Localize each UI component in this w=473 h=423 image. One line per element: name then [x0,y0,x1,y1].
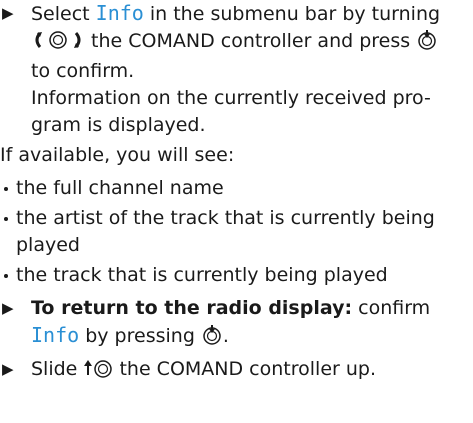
triangle-right-icon: ▶ [2,299,14,317]
controller-press-icon [416,30,438,58]
controller-press-icon [201,325,223,353]
menu-term-info: Info [95,1,144,25]
step-select-info-line3: to confirm. [31,60,135,82]
step-slide-up-text: Slide the COMAND controller up. [31,356,473,386]
menu-term-info: Info [31,323,80,347]
bullet-dot-icon [4,274,8,278]
step-text-controller-up: the COMAND controller up. [113,358,376,380]
step-text-period: . [222,325,229,347]
bullet-dot-icon [4,187,8,191]
step-text-controller: the COMAND controller and press [85,30,417,52]
step-text-pressing: by pressing [79,325,201,347]
step-text-select: Select [31,3,96,25]
step-return-radio: ▶ To return to the radio display: confir… [0,295,473,353]
intro-text: If available, you will see: [0,144,235,166]
manual-page: ▶ Select Info in the submenu bar by turn… [0,0,473,423]
controller-slide-up-icon [83,358,113,386]
step-text-confirm: confirm [352,297,431,319]
step-select-info: ▶ Select Info in the submenu bar by turn… [0,0,473,139]
list-item: the track that is currently being played [0,262,473,289]
step-text-slide: Slide [31,358,84,380]
step-select-info-line2: the COMAND controller and press [31,28,473,58]
list-item: the artist of the track that is currentl… [0,205,473,259]
step-text-turning: in the submenu bar by turning [143,3,441,25]
step-result-text: Information on the currently received pr… [31,87,431,136]
list-item-text: the full channel name [16,177,224,199]
step-return-radio-text: To return to the radio display: confirm [31,295,473,322]
triangle-right-icon: ▶ [2,4,14,22]
step-return-radio-line2: Info by pressing . [31,322,473,353]
step-bold-label: To return to the radio display: [31,297,353,319]
controller-turn-icon [31,30,85,58]
bullet-dot-icon [4,217,8,221]
step-select-info-text: Select Info in the submenu bar by turnin… [31,0,473,28]
list-item: the full channel name [0,175,473,202]
step-slide-up: ▶ Slide the COMAND controller up. [0,356,473,386]
list-item-text: the track that is currently being played [16,264,388,286]
list-item-text: the artist of the track that is currentl… [16,207,435,256]
triangle-right-icon: ▶ [2,360,14,378]
